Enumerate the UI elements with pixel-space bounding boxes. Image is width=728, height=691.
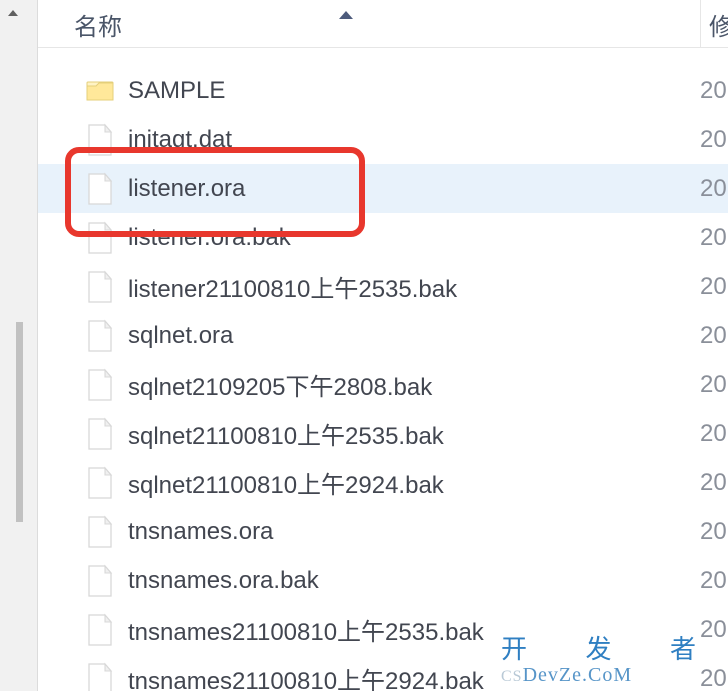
file-name-label: sqlnet21100810上午2924.bak bbox=[128, 465, 700, 500]
file-row[interactable]: tnsnames.ora.bak20 bbox=[38, 556, 728, 605]
file-name-label: tnsnames.ora bbox=[128, 518, 700, 546]
file-row[interactable]: listener.ora20 bbox=[38, 164, 728, 213]
file-name-label: sqlnet2109205下午2808.bak bbox=[128, 367, 700, 402]
column-header-name[interactable]: 名称 bbox=[74, 0, 700, 47]
file-date-label: 20 bbox=[700, 77, 728, 105]
file-icon bbox=[86, 515, 114, 549]
file-date-label: 20 bbox=[700, 616, 728, 644]
file-name-label: sqlnet.ora bbox=[128, 322, 700, 350]
file-row[interactable]: initagt.dat20 bbox=[38, 115, 728, 164]
file-date-label: 20 bbox=[700, 175, 728, 203]
file-icon bbox=[86, 417, 114, 451]
file-date-label: 20 bbox=[700, 420, 728, 448]
file-date-label: 20 bbox=[700, 665, 728, 691]
file-icon bbox=[86, 172, 114, 206]
file-icon bbox=[86, 221, 114, 255]
file-row[interactable]: tnsnames.ora20 bbox=[38, 507, 728, 556]
main-panel: 名称 修 SAMPLE20initagt.dat20listener.ora20… bbox=[38, 0, 728, 691]
file-icon bbox=[86, 466, 114, 500]
file-date-label: 20 bbox=[700, 322, 728, 350]
file-icon bbox=[86, 368, 114, 402]
file-icon bbox=[86, 270, 114, 304]
file-explorer: 名称 修 SAMPLE20initagt.dat20listener.ora20… bbox=[0, 0, 728, 691]
vertical-scrollbar[interactable] bbox=[0, 0, 38, 691]
file-date-label: 20 bbox=[700, 469, 728, 497]
file-date-label: 20 bbox=[700, 518, 728, 546]
file-row[interactable]: tnsnames21100810上午2924.bak20 bbox=[38, 654, 728, 691]
file-icon bbox=[86, 319, 114, 353]
file-name-label: tnsnames21100810上午2535.bak bbox=[128, 612, 700, 647]
file-name-label: listener21100810上午2535.bak bbox=[128, 269, 700, 304]
file-name-label: tnsnames.ora.bak bbox=[128, 567, 700, 595]
sort-indicator-icon[interactable] bbox=[338, 0, 354, 26]
scroll-up-arrow-icon[interactable] bbox=[4, 4, 22, 22]
file-date-label: 20 bbox=[700, 371, 728, 399]
column-header-row: 名称 修 bbox=[38, 0, 728, 48]
file-icon bbox=[86, 564, 114, 598]
file-row[interactable]: listener.ora.bak20 bbox=[38, 213, 728, 262]
file-icon bbox=[86, 123, 114, 157]
file-row[interactable]: listener21100810上午2535.bak20 bbox=[38, 262, 728, 311]
file-name-label: sqlnet21100810上午2535.bak bbox=[128, 416, 700, 451]
file-name-label: initagt.dat bbox=[128, 126, 700, 154]
file-name-label: tnsnames21100810上午2924.bak bbox=[128, 661, 700, 691]
file-name-label: listener.ora.bak bbox=[128, 224, 700, 252]
file-row[interactable]: SAMPLE20 bbox=[38, 66, 728, 115]
file-icon bbox=[86, 662, 114, 691]
file-row[interactable]: sqlnet21100810上午2535.bak20 bbox=[38, 409, 728, 458]
file-name-label: listener.ora bbox=[128, 175, 700, 203]
column-header-modified[interactable]: 修 bbox=[700, 0, 728, 47]
file-list: SAMPLE20initagt.dat20listener.ora20liste… bbox=[38, 48, 728, 691]
file-date-label: 20 bbox=[700, 273, 728, 301]
file-date-label: 20 bbox=[700, 567, 728, 595]
folder-icon bbox=[86, 74, 114, 108]
file-row[interactable]: sqlnet.ora20 bbox=[38, 311, 728, 360]
file-icon bbox=[86, 613, 114, 647]
file-date-label: 20 bbox=[700, 126, 728, 154]
file-date-label: 20 bbox=[700, 224, 728, 252]
file-name-label: SAMPLE bbox=[128, 77, 700, 105]
file-row[interactable]: sqlnet2109205下午2808.bak20 bbox=[38, 360, 728, 409]
scrollbar-thumb[interactable] bbox=[16, 322, 23, 522]
file-row[interactable]: sqlnet21100810上午2924.bak20 bbox=[38, 458, 728, 507]
file-row[interactable]: tnsnames21100810上午2535.bak20 bbox=[38, 605, 728, 654]
